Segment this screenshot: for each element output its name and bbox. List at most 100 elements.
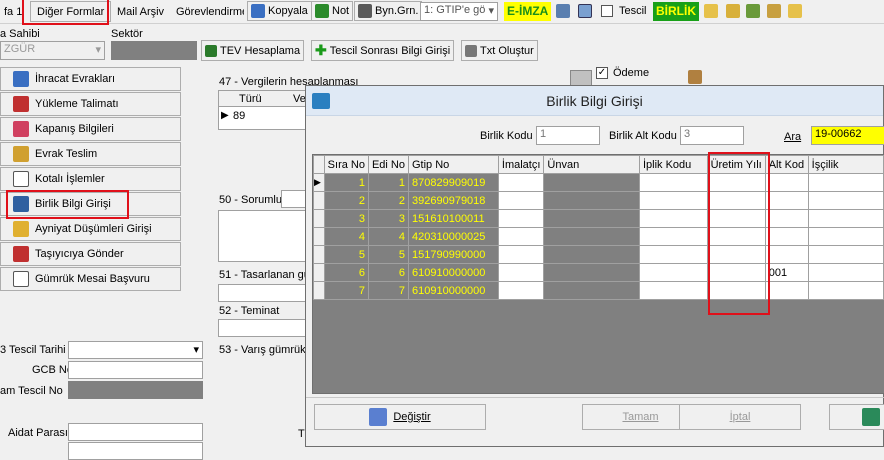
iptal-button[interactable]: İptal xyxy=(679,404,801,430)
gcb-no-input[interactable] xyxy=(68,361,203,379)
cell-iscilik[interactable] xyxy=(807,173,884,192)
degistir-button[interactable]: Değiştir xyxy=(314,404,486,430)
table-row[interactable]: 7 7 610910000000 xyxy=(313,281,884,300)
menu-kotali-islemler[interactable]: Kotalı İşlemler xyxy=(0,167,181,191)
cell-alt-kod[interactable] xyxy=(764,191,809,210)
sorumlu-input[interactable] xyxy=(281,190,306,208)
cell-edi-no[interactable]: 2 xyxy=(367,191,410,210)
col-alt-kod[interactable]: Alt Kod xyxy=(764,155,809,174)
cell-edi-no[interactable]: 6 xyxy=(367,263,410,282)
cell-unvan[interactable] xyxy=(543,209,640,228)
cell-iplik-kodu[interactable] xyxy=(638,245,708,264)
cell-unvan[interactable] xyxy=(543,281,640,300)
kopyala-button[interactable]: Kopyala xyxy=(247,1,312,21)
gorevlendirme-button[interactable]: Görevlendirme xyxy=(172,2,245,22)
cell-edi-no[interactable]: 5 xyxy=(367,245,410,264)
cell-iplik-kodu[interactable] xyxy=(638,281,708,300)
cell-imalatci[interactable] xyxy=(497,209,545,228)
table-row[interactable]: 5 5 151790990000 xyxy=(313,245,884,264)
teminat-input[interactable] xyxy=(218,319,308,337)
cell-iplik-kodu[interactable] xyxy=(638,263,708,282)
extra-input[interactable] xyxy=(68,442,203,460)
tescil-no-input[interactable] xyxy=(68,381,203,399)
folder-open-icon[interactable] xyxy=(788,4,802,18)
table-row[interactable]: 6 6 610910000000 001 xyxy=(313,263,884,282)
cell-iscilik[interactable] xyxy=(807,191,884,210)
tescil-checkbox[interactable] xyxy=(601,5,613,17)
tev-hesaplama-button[interactable]: TEV Hesaplama xyxy=(201,40,305,61)
folder-edit-icon[interactable] xyxy=(767,4,781,18)
menu-ayniyat-dusumleri[interactable]: Ayniyat Düşümleri Girişi xyxy=(0,217,181,241)
col-gtip-no[interactable]: Gtip No xyxy=(408,155,499,174)
menu-yukleme-talimati[interactable]: Yükleme Talimatı xyxy=(0,92,181,116)
e-imza-button[interactable]: E-İMZA xyxy=(504,2,552,21)
cell-unvan[interactable] xyxy=(543,263,640,282)
cell-iscilik[interactable] xyxy=(807,245,884,264)
table-row[interactable]: 4 4 420310000025 xyxy=(313,227,884,246)
cell-imalatci[interactable] xyxy=(497,227,545,246)
cell-imalatci[interactable] xyxy=(497,191,545,210)
tasarlanan-input[interactable] xyxy=(218,284,308,302)
ara-input[interactable]: 19-00662 xyxy=(811,126,884,145)
cell-iscilik[interactable] xyxy=(807,227,884,246)
not-button[interactable]: Not xyxy=(311,1,354,21)
folder-icon[interactable] xyxy=(704,4,718,18)
cell-iscilik[interactable] xyxy=(807,281,884,300)
txt-olustur-button[interactable]: Txt Oluştur xyxy=(461,40,538,61)
cell-iscilik[interactable] xyxy=(807,209,884,228)
birlik-alt-kodu-input[interactable]: 3 xyxy=(680,126,744,145)
cell-iplik-kodu[interactable] xyxy=(638,209,708,228)
cell-gtip-no[interactable]: 151610100011 xyxy=(408,209,499,228)
col-iplik-kodu[interactable]: İplik Kodu xyxy=(638,155,708,174)
cell-gtip-no[interactable]: 392690979018 xyxy=(408,191,499,210)
cell-alt-kod[interactable]: 001 xyxy=(764,263,809,282)
gtip-select[interactable]: 1: GTIP'e gö ▾ xyxy=(420,2,498,21)
col-unvan[interactable]: Ünvan xyxy=(543,155,640,174)
menu-gumruk-mesai[interactable]: Gümrük Mesai Başvuru xyxy=(0,267,181,291)
sorumlu-area[interactable] xyxy=(218,210,308,262)
cell-imalatci[interactable] xyxy=(497,281,545,300)
cell-alt-kod[interactable] xyxy=(764,173,809,192)
menu-kapanis-bilgileri[interactable]: Kapanış Bilgileri xyxy=(0,117,181,141)
cell-edi-no[interactable]: 3 xyxy=(367,209,410,228)
birlik-button[interactable]: BİRLİK xyxy=(653,2,699,21)
cell-gtip-no[interactable]: 870829909019 xyxy=(408,173,499,192)
exit-button[interactable] xyxy=(829,404,884,430)
cell-sira-no[interactable]: 4 xyxy=(323,227,369,246)
birlik-grid[interactable]: Sıra No Edi No Gtip No İmalatçı Ünvan İp… xyxy=(312,154,884,394)
cell-unvan[interactable] xyxy=(543,173,640,192)
cell-imalatci[interactable] xyxy=(497,173,545,192)
cell-unvan[interactable] xyxy=(543,245,640,264)
tescil-sonrasi-button[interactable]: ✚ Tescil Sonrası Bilgi Girişi xyxy=(311,40,455,61)
cell-alt-kod[interactable] xyxy=(764,245,809,264)
table-row[interactable]: 3 3 151610100011 xyxy=(313,209,884,228)
cell-sira-no[interactable]: 1 xyxy=(323,173,369,192)
menu-tasiyiciya-gonder[interactable]: Taşıyıcıya Gönder xyxy=(0,242,181,266)
cell-edi-no[interactable]: 1 xyxy=(367,173,410,192)
menu-ihracat-evraklari[interactable]: İhracat Evrakları xyxy=(0,67,181,91)
disk-icon[interactable] xyxy=(556,4,570,18)
cell-gtip-no[interactable]: 610910000000 xyxy=(408,263,499,282)
odeme-checkbox[interactable]: ✓ xyxy=(596,67,608,79)
cell-alt-kod[interactable] xyxy=(764,227,809,246)
col-edi-no[interactable]: Edi No xyxy=(367,155,410,174)
cell-imalatci[interactable] xyxy=(497,263,545,282)
birlik-kodu-input[interactable]: 1 xyxy=(536,126,600,145)
cell-sira-no[interactable]: 5 xyxy=(323,245,369,264)
cell-alt-kod[interactable] xyxy=(764,209,809,228)
sahibi-select[interactable]: ZGÜR ▾ xyxy=(0,41,105,60)
cell-alt-kod[interactable] xyxy=(764,281,809,300)
table-row[interactable]: ▶ 1 1 870829909019 xyxy=(313,173,884,192)
cell-sira-no[interactable]: 3 xyxy=(323,209,369,228)
sektor-field[interactable] xyxy=(111,41,197,60)
folder-up-icon[interactable] xyxy=(726,4,740,18)
mail-arsiv-button[interactable]: Mail Arşiv xyxy=(113,2,168,22)
cell-sira-no[interactable]: 7 xyxy=(323,281,369,300)
search-doc-icon[interactable] xyxy=(578,4,592,18)
menu-evrak-teslim[interactable]: Evrak Teslim xyxy=(0,142,181,166)
cell-imalatci[interactable] xyxy=(497,245,545,264)
cell-iplik-kodu[interactable] xyxy=(638,227,708,246)
vergi-grid[interactable]: Türü Ve ▶ 89 xyxy=(218,90,314,130)
table-row[interactable]: 2 2 392690979018 xyxy=(313,191,884,210)
cell-sira-no[interactable]: 6 xyxy=(323,263,369,282)
